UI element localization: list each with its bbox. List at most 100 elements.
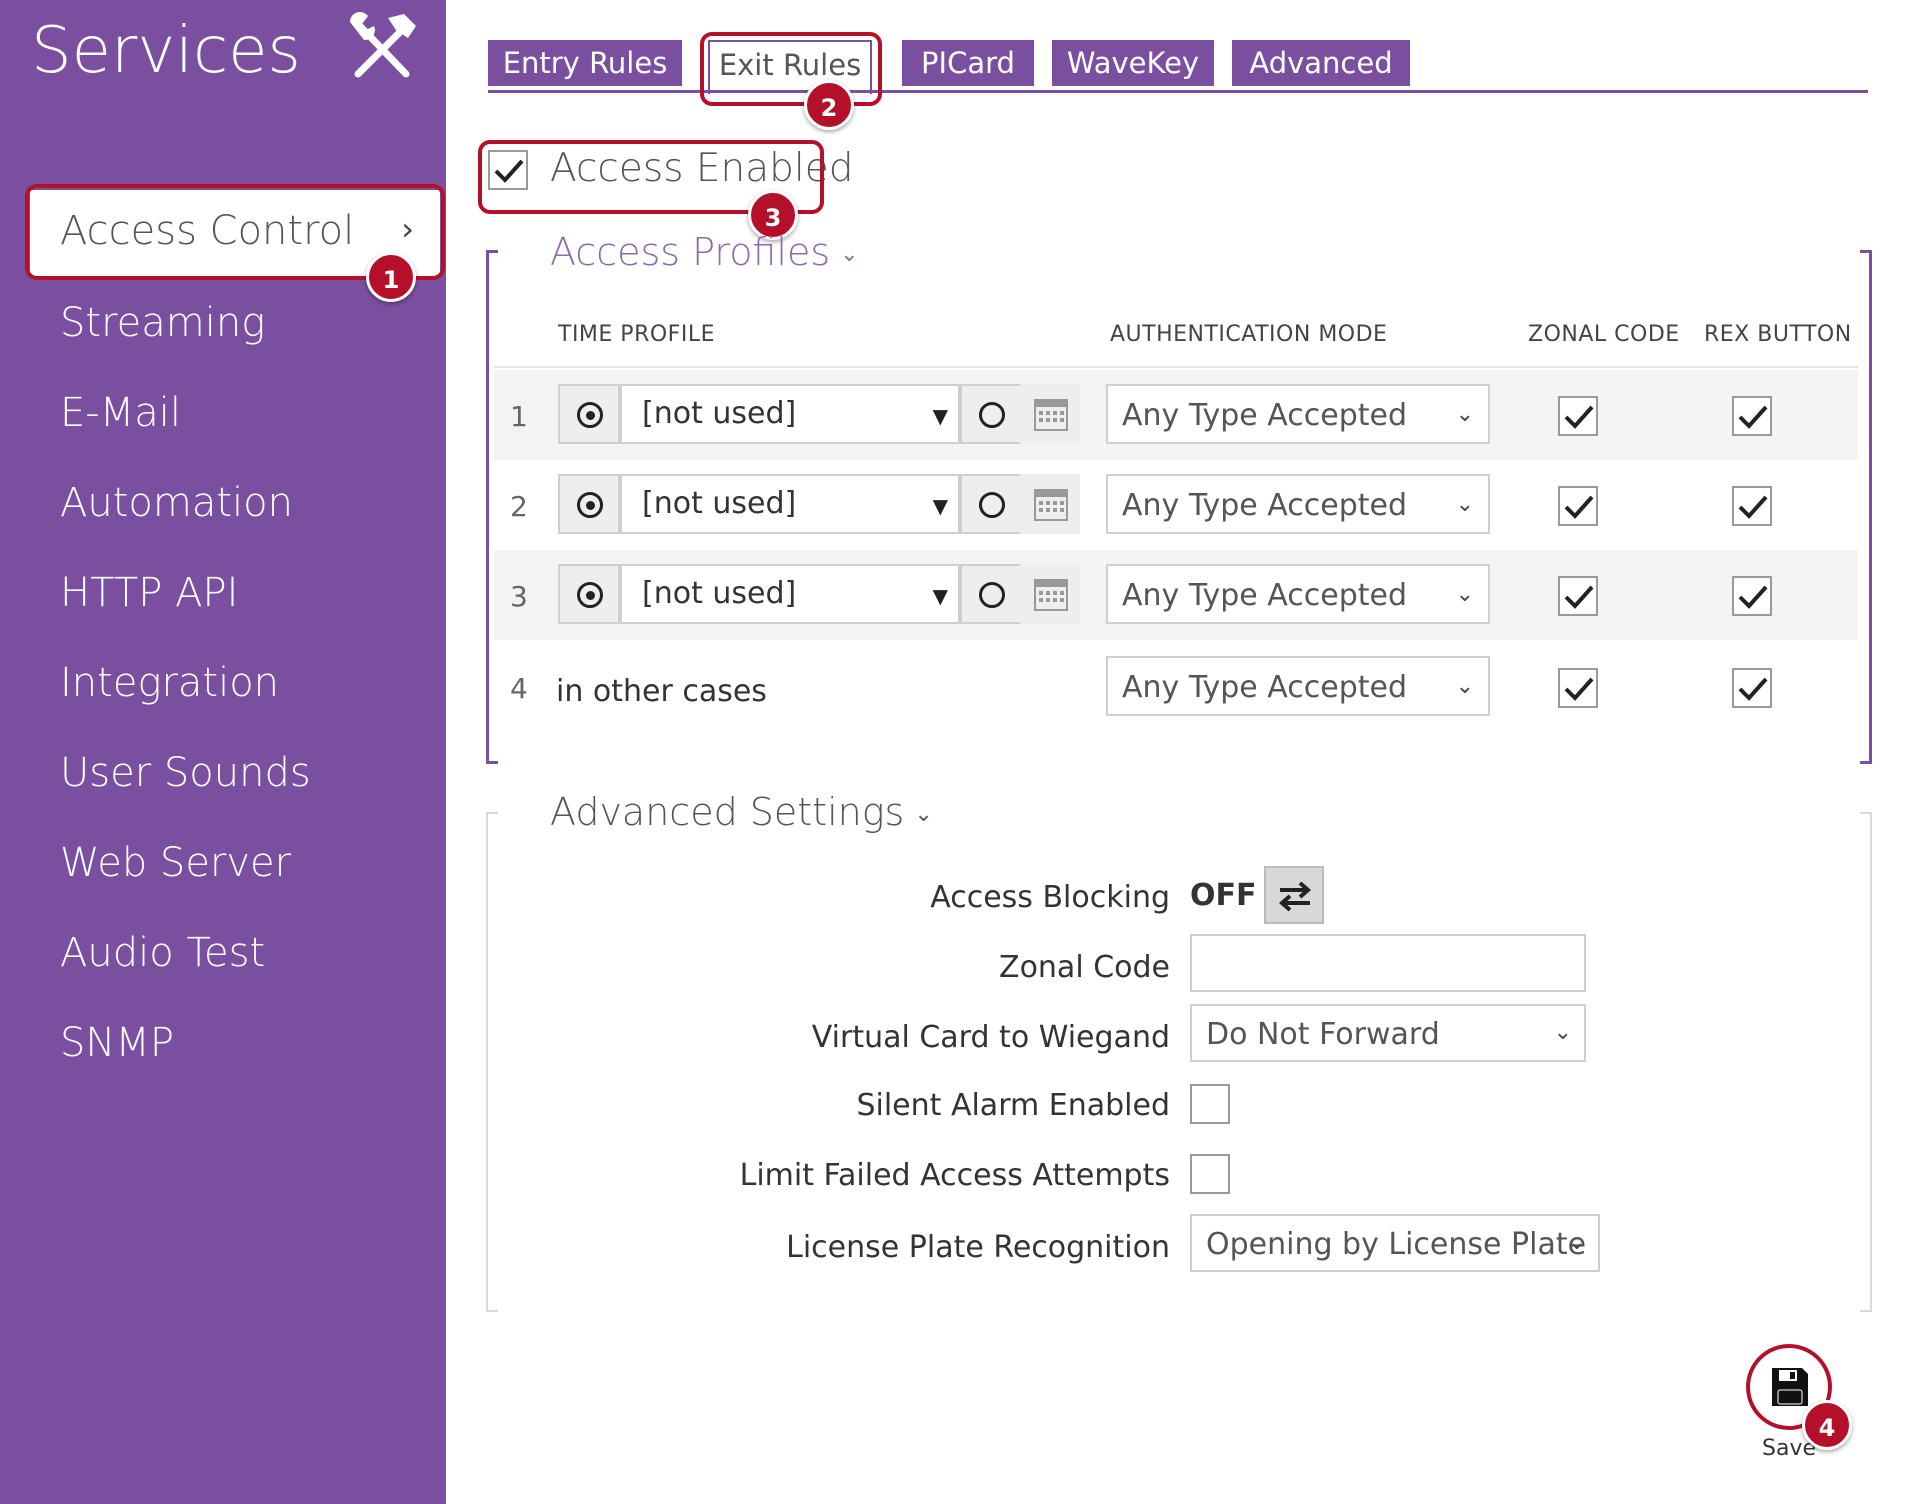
floppy-disk-icon	[1772, 1368, 1808, 1406]
calendar-button[interactable]	[1020, 564, 1080, 624]
zonal-code-checkbox[interactable]	[1558, 486, 1598, 526]
auth-mode-select[interactable]: Any Type Accepted ⌄	[1106, 656, 1490, 716]
virtual-card-select[interactable]: Do Not Forward ⌄	[1190, 1004, 1586, 1062]
chevron-down-icon: ⌄	[1455, 582, 1474, 607]
time-profile-radio-custom[interactable]	[960, 384, 1022, 444]
callout-badge-4: 4	[1802, 1400, 1852, 1450]
time-profile-value: [not used]	[642, 396, 797, 431]
auth-mode-value: Any Type Accepted	[1122, 398, 1408, 433]
access-blocking-label: Access Blocking	[930, 880, 1170, 915]
chevron-down-icon: ⌄	[1553, 1020, 1572, 1045]
auth-mode-select[interactable]: Any Type Accepted ⌄	[1106, 564, 1490, 624]
time-profile-radio-select[interactable]	[558, 474, 620, 534]
swap-arrows-icon	[1278, 881, 1312, 912]
advanced-settings-toggle[interactable]: Advanced Settings ⌄	[550, 790, 933, 834]
time-profile-select[interactable]: [not used] ▼	[620, 474, 960, 534]
access-blocking-status: OFF	[1190, 878, 1257, 913]
sidebar-item-web-server[interactable]: Web Server	[60, 840, 291, 886]
auth-mode-select[interactable]: Any Type Accepted ⌄	[1106, 474, 1490, 534]
zonal-code-checkbox[interactable]	[1558, 576, 1598, 616]
checkmark-icon	[1564, 585, 1594, 609]
sidebar-item-snmp[interactable]: SNMP	[60, 1020, 174, 1066]
access-blocking-toggle-button[interactable]	[1264, 866, 1324, 924]
row-number: 4	[510, 672, 528, 705]
license-plate-value: Opening by License Plate	[1206, 1227, 1587, 1262]
zonal-code-checkbox[interactable]	[1558, 668, 1598, 708]
sidebar-title: Services	[31, 14, 301, 88]
calendar-icon	[1034, 399, 1068, 431]
sidebar-item-automation[interactable]: Automation	[60, 480, 293, 526]
auth-mode-value: Any Type Accepted	[1122, 578, 1408, 613]
rex-button-checkbox[interactable]	[1732, 576, 1772, 616]
time-profile-value: [not used]	[642, 576, 797, 611]
rex-button-checkbox[interactable]	[1732, 396, 1772, 436]
time-profile-radio-select[interactable]	[558, 564, 620, 624]
calendar-button[interactable]	[1020, 384, 1080, 444]
header-time-profile: TIME PROFILE	[558, 322, 715, 347]
chevron-right-icon: ›	[401, 210, 414, 248]
auth-mode-select[interactable]: Any Type Accepted ⌄	[1106, 384, 1490, 444]
access-profiles-toggle[interactable]: Access Profiles ⌄	[550, 230, 859, 274]
radio-unselected-icon	[979, 582, 1005, 608]
tab-advanced[interactable]: Advanced	[1232, 40, 1410, 86]
sidebar-item-integration[interactable]: Integration	[60, 660, 279, 706]
tab-wavekey[interactable]: WaveKey	[1052, 40, 1214, 86]
time-profile-value: [not used]	[642, 486, 797, 521]
calendar-button[interactable]	[1020, 474, 1080, 534]
access-enabled-checkbox[interactable]	[488, 150, 528, 190]
other-cases-label: in other cases	[556, 674, 767, 709]
profiles-frame-right	[1860, 250, 1872, 764]
sidebar-item-user-sounds[interactable]: User Sounds	[60, 750, 311, 796]
radio-selected-icon	[577, 492, 603, 518]
chevron-down-icon: ⌄	[1567, 1230, 1586, 1255]
tab-underline	[488, 90, 1868, 93]
sidebar-item-label: Access Control	[60, 208, 355, 254]
checkmark-icon	[1564, 677, 1594, 701]
tab-entry-rules[interactable]: Entry Rules	[488, 40, 682, 86]
checkmark-icon	[494, 159, 524, 183]
tab-picard[interactable]: PICard	[902, 40, 1034, 86]
limit-failed-label: Limit Failed Access Attempts	[739, 1158, 1170, 1193]
checkmark-icon	[1738, 585, 1768, 609]
header-auth-mode: AUTHENTICATION MODE	[1110, 322, 1388, 347]
checkmark-icon	[1564, 405, 1594, 429]
license-plate-label: License Plate Recognition	[786, 1230, 1170, 1265]
auth-mode-value: Any Type Accepted	[1122, 488, 1408, 523]
auth-mode-value: Any Type Accepted	[1122, 670, 1408, 705]
rex-button-checkbox[interactable]	[1732, 486, 1772, 526]
row-number: 3	[510, 580, 528, 613]
sidebar-item-audio-test[interactable]: Audio Test	[60, 930, 265, 976]
row-number: 1	[510, 400, 528, 433]
zonal-code-input[interactable]	[1190, 934, 1586, 992]
chevron-down-icon: ⌄	[1455, 674, 1474, 699]
callout-badge-2: 2	[804, 80, 854, 130]
time-profile-select[interactable]: [not used] ▼	[620, 564, 960, 624]
limit-failed-checkbox[interactable]	[1190, 1154, 1230, 1194]
header-zonal-code: ZONAL CODE	[1528, 322, 1680, 347]
sidebar-item-http-api[interactable]: HTTP API	[60, 570, 238, 616]
virtual-card-label: Virtual Card to Wiegand	[811, 1020, 1170, 1055]
table-header-divider	[494, 366, 1858, 368]
checkmark-icon	[1738, 495, 1768, 519]
radio-selected-icon	[577, 582, 603, 608]
silent-alarm-checkbox[interactable]	[1190, 1084, 1230, 1124]
rex-button-checkbox[interactable]	[1732, 668, 1772, 708]
dropdown-arrow-icon: ▼	[932, 404, 948, 428]
silent-alarm-label: Silent Alarm Enabled	[856, 1088, 1170, 1123]
row-number: 2	[510, 490, 528, 523]
time-profile-radio-custom[interactable]	[960, 474, 1022, 534]
time-profile-radio-custom[interactable]	[960, 564, 1022, 624]
chevron-down-icon: ⌄	[1455, 402, 1474, 427]
time-profile-radio-select[interactable]	[558, 384, 620, 444]
license-plate-select[interactable]: Opening by License Plate ⌄	[1190, 1214, 1600, 1272]
sidebar-item-streaming[interactable]: Streaming	[60, 300, 265, 346]
checkmark-icon	[1738, 677, 1768, 701]
advanced-settings-title: Advanced Settings	[550, 790, 905, 834]
tab-exit-rules[interactable]: Exit Rules	[708, 40, 872, 94]
virtual-card-value: Do Not Forward	[1206, 1017, 1440, 1052]
checkmark-icon	[1564, 495, 1594, 519]
sidebar-item-email[interactable]: E-Mail	[60, 390, 181, 436]
advanced-frame-right	[1860, 812, 1872, 1312]
zonal-code-checkbox[interactable]	[1558, 396, 1598, 436]
time-profile-select[interactable]: [not used] ▼	[620, 384, 960, 444]
